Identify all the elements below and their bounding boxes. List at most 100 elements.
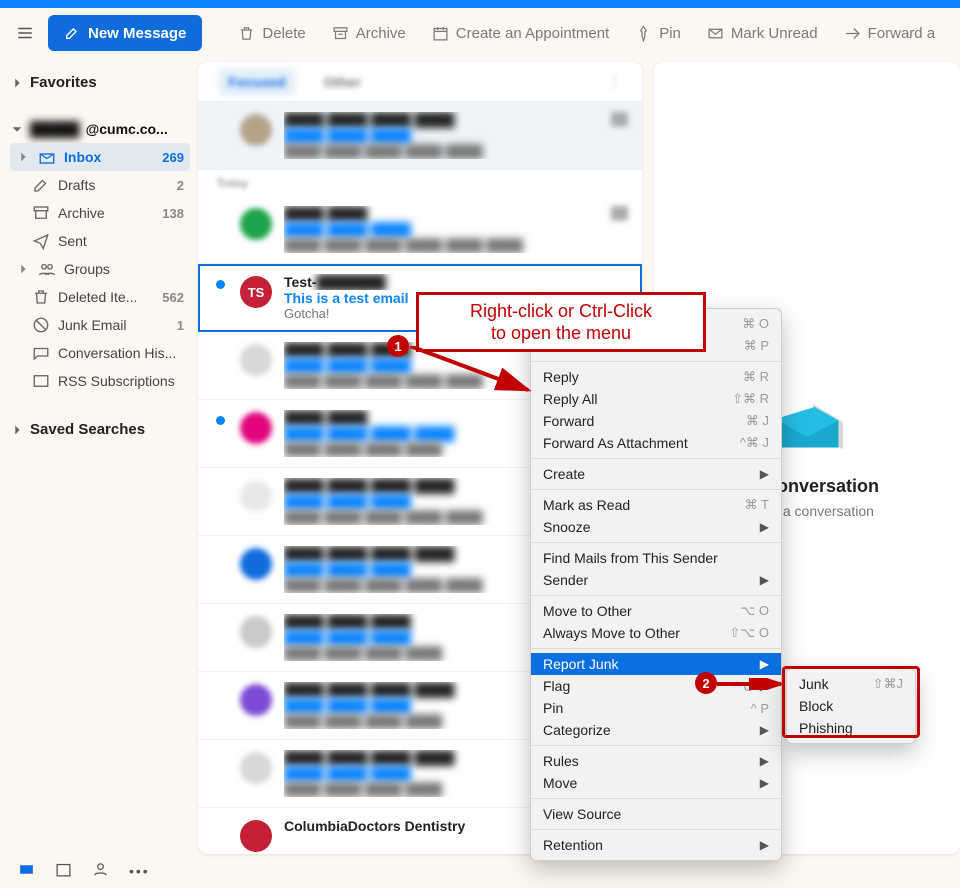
folder-label: Inbox (64, 149, 154, 165)
folder-sent[interactable]: Sent (10, 227, 190, 255)
new-message-label: New Message (88, 25, 186, 42)
rss-icon (32, 372, 50, 390)
section-today: Today (198, 170, 642, 196)
inbox-icon (38, 148, 56, 166)
folder-label: Deleted Ite... (58, 289, 154, 305)
shortcut: ⇧⌘J (873, 676, 903, 692)
section-saved-searches[interactable]: Saved Searches (6, 415, 190, 444)
ctx-pin[interactable]: Pin^ P (531, 697, 781, 719)
people-tab-icon[interactable] (92, 861, 109, 881)
junk-icon (32, 316, 50, 334)
chevron-right-icon: ▶ (760, 723, 769, 737)
ctx-label: Forward As Attachment (543, 435, 688, 451)
ctx-label: Pin (543, 700, 563, 716)
avatar-initials: TS (248, 285, 265, 300)
ctx-mark-read[interactable]: Mark as Read⌘ T (531, 494, 781, 516)
window-titlebar (0, 0, 960, 8)
mail-tab-icon[interactable] (18, 861, 35, 881)
annotation-callout: Right-click or Ctrl-Clickto open the men… (416, 292, 706, 352)
delete-button[interactable]: Delete (228, 15, 315, 51)
submenu-phishing[interactable]: Phishing (787, 717, 915, 739)
ctx-retention[interactable]: Retention ▶ (531, 834, 781, 856)
ctx-move-other[interactable]: Move to Other⌥ O (531, 600, 781, 622)
sidebar: Favorites █████ @cumc.co... Inbox269Draft… (0, 58, 198, 854)
ctx-move[interactable]: Move▶ (531, 772, 781, 794)
groups-icon (38, 260, 56, 278)
ctx-reply-all[interactable]: Reply All⇧⌘ R (531, 388, 781, 410)
archive-icon (32, 204, 50, 222)
tab-focused[interactable]: Focused (218, 68, 296, 96)
filter-menu-icon[interactable]: ⋮ (608, 73, 622, 90)
compose-icon (64, 25, 80, 41)
ctx-label: Junk (799, 676, 829, 692)
more-tab-icon[interactable]: ••• (129, 863, 150, 879)
folder-inbox[interactable]: Inbox269 (10, 143, 190, 171)
ctx-label: Move to Other (543, 603, 632, 619)
unread-label: Mark Unread (731, 25, 818, 42)
tab-other[interactable]: Other (314, 68, 371, 96)
folder-count: 1 (177, 318, 184, 333)
ctx-always-move[interactable]: Always Move to Other⇧⌥ O (531, 622, 781, 644)
statusbar: ••• (0, 854, 960, 888)
ctx-forward-attachment[interactable]: Forward As Attachment^⌘ J (531, 432, 781, 454)
chevron-right-icon (10, 423, 24, 437)
ctx-flag[interactable]: Flag^ O▶ (531, 675, 781, 697)
mark-unread-button[interactable]: Mark Unread (697, 15, 828, 51)
pin-label: Pin (659, 25, 681, 42)
ctx-label: Rules (543, 753, 579, 769)
chevron-down-icon (10, 122, 24, 136)
annotation-badge-1: 1 (387, 335, 409, 357)
ctx-sender[interactable]: Sender▶ (531, 569, 781, 591)
message-row[interactable]: ████ ████ ████ ████████ ████ ████████ ██… (198, 102, 642, 170)
ctx-reply[interactable]: Reply⌘ R (531, 366, 781, 388)
submenu-block[interactable]: Block (787, 695, 915, 717)
account-header[interactable]: █████ @cumc.co... (6, 115, 190, 143)
archive-button[interactable]: Archive (322, 15, 416, 51)
account-prefix: █████ (30, 121, 80, 137)
ctx-label: Block (799, 698, 833, 714)
folder-rss[interactable]: RSS Subscriptions (10, 367, 190, 395)
ctx-find-sender[interactable]: Find Mails from This Sender (531, 547, 781, 569)
section-favorites[interactable]: Favorites (6, 68, 190, 97)
drafts-icon (32, 176, 50, 194)
menu-icon[interactable] (8, 16, 42, 50)
submenu-junk[interactable]: Junk ⇧⌘J (787, 673, 915, 695)
calendar-icon (432, 25, 449, 42)
folder-junk[interactable]: Junk Email1 (10, 311, 190, 339)
delete-label: Delete (262, 25, 305, 42)
chevron-right-icon: ▶ (760, 838, 769, 852)
ctx-label: Categorize (543, 722, 611, 738)
from-prefix: Test- (284, 274, 316, 290)
pin-button[interactable]: Pin (625, 15, 691, 51)
chevron-right-icon (16, 150, 30, 164)
shortcut: ⌘ P (744, 338, 769, 354)
folder-drafts[interactable]: Drafts2 (10, 171, 190, 199)
annotation-badge-2: 2 (695, 672, 717, 694)
context-menu: ⌘ O ⌘ P Reply⌘ R Reply All⇧⌘ R Forward⌘ … (530, 308, 782, 861)
ctx-categorize[interactable]: Categorize ▶ (531, 719, 781, 741)
ctx-label: Retention (543, 837, 603, 853)
appointment-label: Create an Appointment (456, 25, 609, 42)
ctx-report-junk[interactable]: Report Junk▶ (531, 653, 781, 675)
ctx-view-source[interactable]: View Source (531, 803, 781, 825)
new-message-button[interactable]: New Message (48, 15, 202, 51)
ctx-forward[interactable]: Forward⌘ J (531, 410, 781, 432)
ctx-label: Find Mails from This Sender (543, 550, 718, 566)
create-appointment-button[interactable]: Create an Appointment (422, 15, 619, 51)
message-row[interactable]: ████ ████████ ████ ████████ ████ ████ ██… (198, 196, 642, 264)
folder-deleted[interactable]: Deleted Ite...562 (10, 283, 190, 311)
folder-archive[interactable]: Archive138 (10, 199, 190, 227)
ctx-snooze[interactable]: Snooze▶ (531, 516, 781, 538)
chevron-right-icon (10, 76, 24, 90)
shortcut: ⌘ T (745, 497, 769, 513)
calendar-tab-icon[interactable] (55, 861, 72, 881)
ctx-create[interactable]: Create▶ (531, 463, 781, 485)
avatar (240, 820, 272, 852)
sent-icon (32, 232, 50, 250)
folder-convhist[interactable]: Conversation His... (10, 339, 190, 367)
account-suffix: @cumc.co... (86, 121, 168, 137)
ctx-rules[interactable]: Rules▶ (531, 750, 781, 772)
forward-button[interactable]: Forward a (834, 15, 946, 51)
shortcut: ⌘ O (742, 316, 769, 332)
folder-groups[interactable]: Groups (10, 255, 190, 283)
